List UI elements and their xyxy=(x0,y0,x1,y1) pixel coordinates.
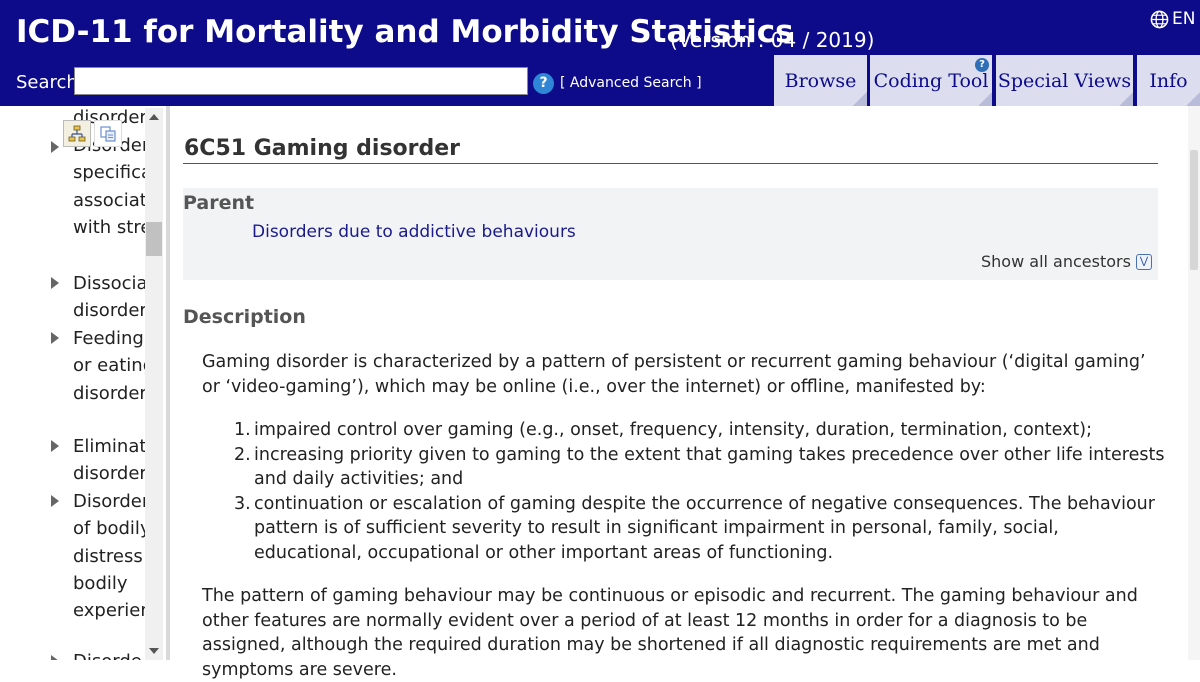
tab-corner-decoration xyxy=(978,92,992,106)
search-label: Search xyxy=(16,72,78,93)
tab-coding-tool[interactable]: Coding Tool xyxy=(870,55,992,106)
tree-item-label: Feeding or eating disorders xyxy=(73,328,145,404)
list-number: 1. xyxy=(234,420,251,440)
title-divider xyxy=(183,163,1158,164)
hierarchy-view-button[interactable] xyxy=(63,120,91,147)
sidebar-scrollbar[interactable] xyxy=(145,108,163,660)
scroll-up-arrow-icon[interactable] xyxy=(149,114,159,120)
expand-arrow-icon[interactable] xyxy=(51,141,59,153)
tab-browse[interactable]: Browse xyxy=(774,55,867,106)
advanced-search-link[interactable]: [ Advanced Search ] xyxy=(560,75,702,91)
tree-item-label: Eliminati disorders xyxy=(73,436,145,485)
search-input[interactable] xyxy=(74,67,528,95)
globe-icon xyxy=(1150,10,1169,28)
scrollbar-thumb[interactable] xyxy=(1190,150,1198,270)
tree-item-label: Disorders specifica associate with stre xyxy=(73,135,145,238)
tree-item-label: Disorde xyxy=(73,648,145,660)
show-ancestors-toggle[interactable]: Show all ancestors ⋁ xyxy=(981,252,1152,271)
list-item: 3. continuation or escalation of gaming … xyxy=(226,492,1166,566)
copy-icon xyxy=(100,125,116,142)
show-ancestors-label: Show all ancestors xyxy=(981,252,1131,271)
help-icon[interactable]: ? xyxy=(533,73,554,94)
list-item: 1. impaired control over gaming (e.g., o… xyxy=(226,418,1166,443)
tab-info[interactable]: Info xyxy=(1137,55,1200,106)
list-text: increasing priority given to gaming to t… xyxy=(254,444,1165,490)
list-text: impaired control over gaming (e.g., onse… xyxy=(254,420,1093,440)
expand-arrow-icon[interactable] xyxy=(51,655,59,660)
description-intro: Gaming disorder is characterized by a pa… xyxy=(202,352,1146,397)
tab-corner-decoration xyxy=(853,92,867,106)
entity-title: 6C51 Gaming disorder xyxy=(184,136,461,161)
criteria-list: 1. impaired control over gaming (e.g., o… xyxy=(226,418,1166,565)
tree-item-label: Dissociat disorders xyxy=(73,273,145,322)
description-label: Description xyxy=(183,306,306,328)
expand-arrow-icon[interactable] xyxy=(51,495,59,507)
description-followup: The pattern of gaming behaviour may be c… xyxy=(202,586,1138,680)
app-header: ICD-11 for Mortality and Morbidity Stati… xyxy=(0,0,1200,106)
parent-label: Parent xyxy=(183,192,255,214)
list-item: 2. increasing priority given to gaming t… xyxy=(226,443,1166,492)
tree-item-label: Disorders of bodily distress o bodily ex… xyxy=(73,491,145,622)
language-selector[interactable]: EN xyxy=(1150,9,1195,29)
tree-toolbar xyxy=(63,120,122,147)
list-text: continuation or escalation of gaming des… xyxy=(254,493,1155,563)
entity-detail-panel: 6C51 Gaming disorder Parent Disorders du… xyxy=(170,106,1200,680)
tab-corner-decoration xyxy=(1186,92,1200,106)
language-code: EN xyxy=(1172,9,1196,29)
expand-arrow-icon[interactable] xyxy=(51,332,59,344)
tab-label: Special Views xyxy=(997,69,1132,92)
list-number: 3. xyxy=(234,493,251,514)
coding-tool-help-icon[interactable]: ? xyxy=(975,58,989,72)
tab-label: Info xyxy=(1149,69,1188,92)
hierarchy-icon xyxy=(68,125,86,141)
double-chevron-down-icon[interactable]: ⋁ xyxy=(1135,253,1152,270)
tab-label: Coding Tool xyxy=(873,69,989,92)
tab-corner-decoration xyxy=(1119,92,1133,106)
tab-special-views[interactable]: Special Views xyxy=(996,55,1133,106)
parent-link[interactable]: Disorders due to addictive behaviours xyxy=(252,222,576,242)
version-label: (Version : 04 / 2019) xyxy=(670,28,875,52)
expand-arrow-icon[interactable] xyxy=(51,440,59,452)
classification-tree: disorders Disorders specifica associate … xyxy=(0,106,166,660)
copy-tree-button[interactable] xyxy=(94,120,122,147)
scrollbar-thumb[interactable] xyxy=(146,222,162,256)
tab-label: Browse xyxy=(784,69,857,92)
list-number: 2. xyxy=(234,444,251,465)
expand-arrow-icon[interactable] xyxy=(51,277,59,289)
content-scrollbar[interactable] xyxy=(1188,106,1200,660)
scroll-down-arrow-icon[interactable] xyxy=(149,648,159,654)
parent-section: Parent Disorders due to addictive behavi… xyxy=(183,188,1158,280)
